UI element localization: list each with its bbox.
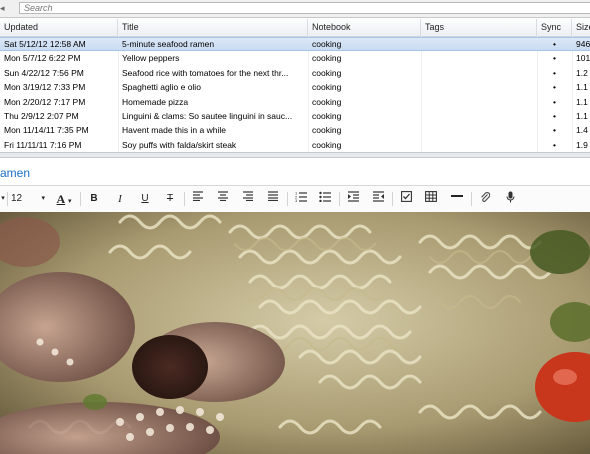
note-cell-size: 1.1 [576, 111, 588, 121]
note-cell-notebook: cooking [312, 82, 342, 93]
table-icon[interactable] [423, 191, 439, 207]
note-cell-title: 5-minute seafood ramen [122, 39, 215, 49]
list-splitter[interactable] [0, 152, 590, 158]
note-cell-title: Yellow peppers [122, 53, 180, 64]
note-cell-notebook: cooking [312, 53, 342, 64]
note-cell-updated: Mon 3/19/12 7:33 PM [4, 82, 86, 93]
note-cell-tags [421, 51, 537, 65]
outdent-icon[interactable] [370, 191, 386, 207]
note-row[interactable]: Fri 11/11/11 7:16 PM Soy puffs with falda… [0, 138, 590, 152]
font-size-value: 12 [11, 193, 23, 204]
note-cell-sync: • [553, 53, 556, 64]
column-header-notebook[interactable]: Notebook [308, 19, 421, 36]
note-cell-notebook: cooking [312, 96, 342, 107]
horizontal-rule-icon[interactable] [449, 191, 465, 207]
align-right-icon[interactable] [240, 191, 256, 207]
note-row[interactable]: Mon 2/20/12 7:17 PM Homemade pizza cooking… [0, 95, 590, 109]
search-options-icon[interactable]: ◂ [0, 2, 7, 14]
note-cell-tags [421, 38, 537, 50]
note-cell-sync: • [553, 139, 556, 150]
align-center-icon[interactable] [215, 191, 231, 207]
underline-icon[interactable]: U [137, 191, 153, 207]
strikethrough-icon[interactable]: T [162, 191, 178, 207]
font-family-dropdown-arrow-icon[interactable]: ▾ [0, 191, 6, 207]
justify-icon[interactable] [265, 191, 281, 207]
note-cell-title: Havent made this in a while [122, 125, 226, 136]
note-cell-tags [421, 138, 537, 152]
note-cell-notebook: cooking [312, 125, 342, 136]
note-row[interactable]: Sat 5/12/12 12:58 AM 5-minute seafood ram… [0, 37, 590, 51]
note-cell-size: 1.9 [576, 139, 588, 150]
note-cell-size: 1.2 [576, 67, 588, 78]
note-cell-sync: • [553, 39, 556, 49]
note-cell-updated: Mon 5/7/12 6:22 PM [4, 53, 81, 64]
search-input[interactable] [19, 2, 590, 14]
note-cell-title: Spaghetti aglio e olio [122, 82, 201, 93]
note-cell-notebook: cooking [312, 39, 342, 49]
font-size-dropdown[interactable]: 12 ▾ [10, 191, 45, 207]
microphone-icon[interactable] [502, 191, 518, 207]
note-row[interactable]: Mon 5/7/12 6:22 PM Yellow peppers cooking •… [0, 51, 590, 65]
note-cell-size: 1.4 [576, 125, 588, 136]
checkbox-icon[interactable] [398, 191, 414, 207]
note-cell-sync: • [553, 82, 556, 93]
note-cell-updated: Mon 2/20/12 7:17 PM [4, 96, 86, 107]
note-cell-title: Linguini & clams: So sautee linguini in … [122, 111, 293, 121]
bold-icon[interactable]: B [86, 191, 102, 207]
font-color-button[interactable]: A ▾ [52, 191, 76, 207]
note-title[interactable]: amen [0, 163, 590, 183]
note-row[interactable]: Thu 2/9/12 2:07 PM Linguini & clams: So s… [0, 109, 590, 123]
note-row[interactable]: Mon 11/14/11 7:35 PM Havent made this in … [0, 123, 590, 137]
column-header-size[interactable]: Size [572, 19, 590, 36]
note-cell-size: 1.1 [576, 82, 588, 93]
font-color-icon: A [56, 192, 66, 206]
note-cell-tags [421, 95, 537, 109]
note-cell-size: 101 [576, 53, 590, 64]
note-cell-title: Soy puffs with falda/skirt steak [122, 139, 237, 150]
note-cell-updated: Mon 11/14/11 7:35 PM [4, 125, 89, 136]
note-cell-tags [421, 66, 537, 80]
note-cell-notebook: cooking [312, 139, 342, 150]
note-cell-size: 946 [576, 39, 590, 49]
note-image-ramen [0, 212, 590, 454]
align-left-icon[interactable] [190, 191, 206, 207]
column-header-sync[interactable]: Sync [537, 19, 572, 36]
column-header-tags[interactable]: Tags [421, 19, 537, 36]
note-cell-tags [421, 123, 537, 137]
note-cell-updated: Fri 11/11/11 7:16 PM [4, 139, 82, 150]
column-header-title[interactable]: Title [118, 19, 308, 36]
note-cell-updated: Sat 5/12/12 12:58 AM [4, 39, 86, 49]
note-list: Updated Title Notebook Tags Sync Size Sa… [0, 19, 590, 153]
note-cell-notebook: cooking [312, 111, 342, 121]
note-row[interactable]: Mon 3/19/12 7:33 PM Spaghetti aglio e oli… [0, 80, 590, 94]
note-cell-sync: • [553, 125, 556, 136]
note-cell-size: 1.1 [576, 96, 588, 107]
indent-icon[interactable] [345, 191, 361, 207]
note-cell-updated: Sun 4/22/12 7:56 PM [4, 67, 84, 78]
search-bar: ◂ [0, 0, 590, 18]
note-cell-title: Homemade pizza [122, 96, 189, 107]
note-cell-updated: Thu 2/9/12 2:07 PM [4, 111, 79, 121]
note-row[interactable]: Sun 4/22/12 7:56 PM Seafood rice with tom… [0, 66, 590, 80]
formatting-toolbar: ▾ 12 ▾ A ▾ B I U T 123 [0, 185, 590, 213]
numbered-list-icon[interactable]: 123 [293, 191, 309, 207]
note-cell-tags [421, 80, 537, 94]
note-cell-tags [421, 109, 537, 123]
note-cell-notebook: cooking [312, 67, 342, 78]
note-cell-sync: • [553, 96, 556, 107]
note-cell-title: Seafood rice with tomatoes for the next … [122, 67, 289, 78]
attachment-icon[interactable] [477, 191, 493, 207]
bulleted-list-icon[interactable] [317, 191, 333, 207]
svg-text:3: 3 [295, 198, 298, 202]
dropdown-arrow-icon: ▾ [41, 195, 45, 202]
note-list-header: Updated Title Notebook Tags Sync Size [0, 19, 590, 37]
column-header-updated[interactable]: Updated [0, 19, 118, 36]
italic-icon[interactable]: I [112, 191, 128, 207]
dropdown-arrow-icon: ▾ [67, 198, 72, 205]
note-cell-sync: • [553, 67, 556, 78]
note-cell-sync: • [553, 111, 556, 121]
